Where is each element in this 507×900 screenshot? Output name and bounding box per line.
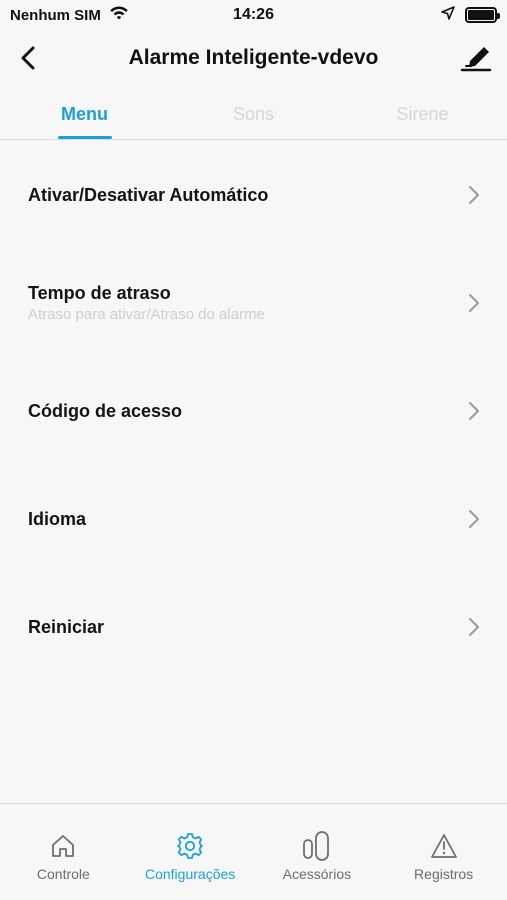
- menu-item-label: Tempo de atraso: [28, 283, 171, 303]
- location-arrow-icon: [441, 6, 455, 24]
- menu-item-language[interactable]: Idioma: [0, 465, 507, 573]
- battery-fill: [468, 10, 494, 20]
- back-button[interactable]: [14, 44, 42, 72]
- status-time: 14:26: [233, 6, 274, 23]
- bottom-nav: Controle Configurações Acessórios Regist…: [0, 803, 507, 900]
- gear-icon: [176, 830, 204, 862]
- chevron-right-icon: [469, 510, 479, 528]
- chevron-right-icon: [469, 294, 479, 312]
- menu-item-auto-arm[interactable]: Ativar/Desativar Automático: [0, 141, 507, 249]
- chevron-right-icon: [469, 618, 479, 636]
- status-left: Nenhum SIM: [10, 5, 129, 25]
- nav-label: Acessórios: [282, 866, 352, 882]
- menu-item-label: Código de acesso: [28, 400, 183, 421]
- chevron-left-icon: [21, 46, 35, 70]
- nav-item-registros[interactable]: Registros: [380, 804, 507, 900]
- nav-item-acessorios[interactable]: Acessórios: [254, 804, 381, 900]
- warning-icon: [430, 830, 458, 862]
- menu-item-delay-time[interactable]: Tempo de atraso Atraso para ativar/Atras…: [0, 249, 507, 357]
- page-title: Alarme Inteligente-vdevo: [128, 46, 379, 69]
- menu-item-restart[interactable]: Reiniciar: [0, 573, 507, 681]
- nav-label: Configurações: [144, 866, 236, 882]
- battery-icon: [465, 7, 500, 23]
- menu-item-sublabel: Atraso para ativar/Atraso do alarme: [28, 306, 265, 323]
- menu-item-label: Reiniciar: [28, 616, 105, 637]
- menu-item-access-code[interactable]: Código de acesso: [0, 357, 507, 465]
- carrier-label: Nenhum SIM: [10, 6, 101, 24]
- pen-edit-icon: [460, 47, 492, 72]
- chevron-right-icon: [469, 186, 479, 204]
- status-bar: Nenhum SIM 14:26: [0, 0, 507, 30]
- header: Alarme Inteligente-vdevo: [0, 36, 507, 80]
- wifi-icon: [109, 5, 129, 25]
- home-icon: [50, 830, 76, 862]
- tab-sirene[interactable]: Sirene: [338, 92, 507, 139]
- settings-menu-list: Ativar/Desativar Automático Tempo de atr…: [0, 141, 507, 681]
- sensor-icon: [302, 830, 332, 862]
- menu-item-label: Ativar/Desativar Automático: [28, 184, 269, 205]
- edit-button[interactable]: [459, 42, 493, 74]
- tab-sons[interactable]: Sons: [169, 92, 338, 139]
- tab-bar: Menu Sons Sirene: [0, 92, 507, 140]
- nav-label: Registros: [414, 866, 474, 882]
- nav-item-configuracoes[interactable]: Configurações: [127, 804, 254, 900]
- tab-menu[interactable]: Menu: [0, 92, 169, 139]
- menu-item-label: Idioma: [28, 508, 87, 529]
- nav-label: Controle: [36, 866, 90, 882]
- nav-item-controle[interactable]: Controle: [0, 804, 127, 900]
- status-right: [441, 6, 500, 24]
- chevron-right-icon: [469, 402, 479, 420]
